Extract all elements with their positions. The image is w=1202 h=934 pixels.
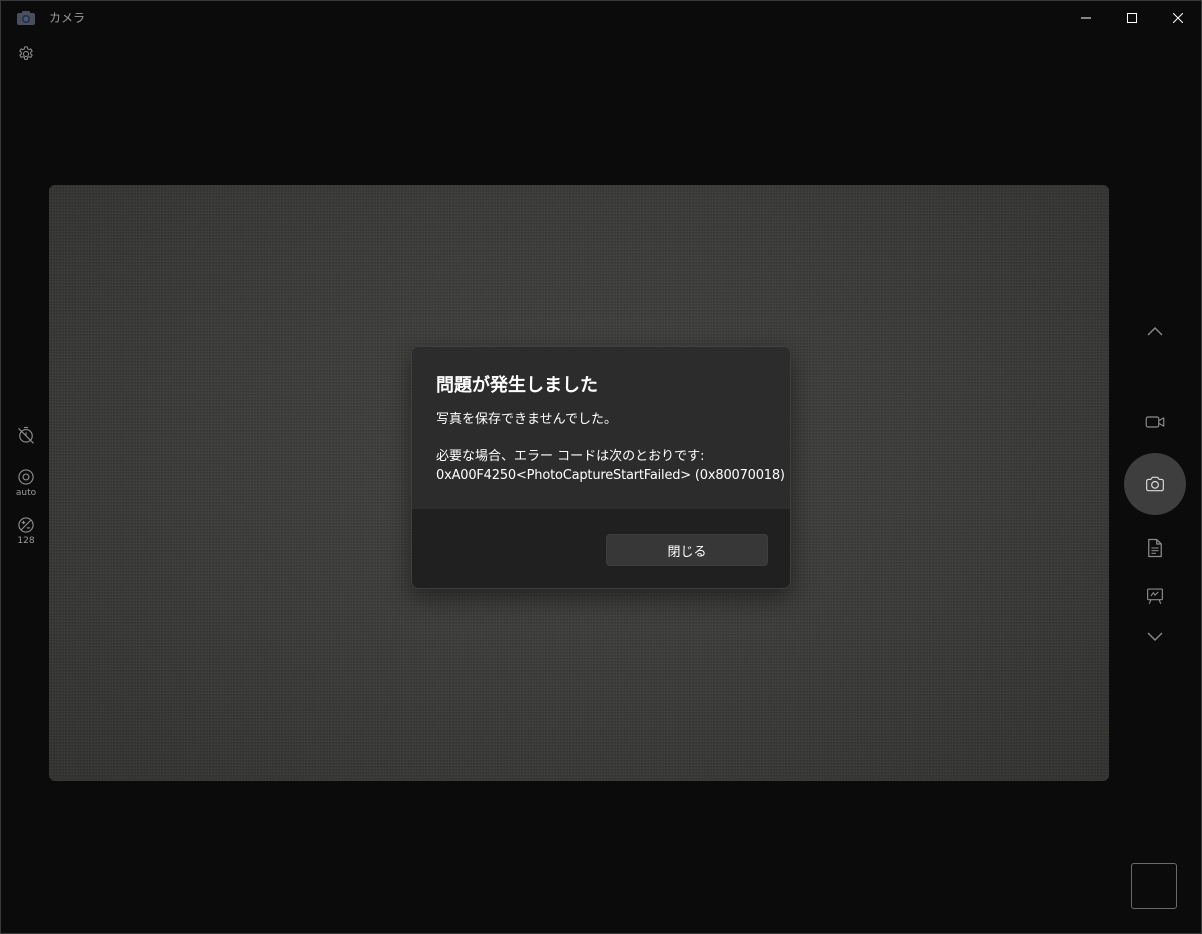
mode-scroll-up-button[interactable] <box>1139 317 1171 345</box>
camera-window: カメラ auto 128 問題が発生しました 写真を保存できませんでした。 必要… <box>0 0 1202 934</box>
last-capture-thumbnail[interactable] <box>1131 863 1177 909</box>
chevron-up-icon <box>1147 327 1163 336</box>
minimize-button[interactable] <box>1063 1 1109 35</box>
brightness-label: 128 <box>17 536 35 546</box>
focus-icon <box>18 469 34 485</box>
whiteboard-icon <box>1147 588 1163 604</box>
brightness-button[interactable]: 128 <box>9 515 43 546</box>
error-dialog: 問題が発生しました 写真を保存できませんでした。 必要な場合、エラー コードは次… <box>411 346 791 589</box>
maximize-icon <box>1127 13 1137 23</box>
dialog-body: 問題が発生しました 写真を保存できませんでした。 必要な場合、エラー コードは次… <box>412 347 790 509</box>
close-window-button[interactable] <box>1155 1 1201 35</box>
dialog-message: 写真を保存できませんでした。 <box>436 412 617 427</box>
video-mode-button[interactable] <box>1139 407 1171 437</box>
photo-timer-button[interactable] <box>9 425 43 445</box>
minimize-icon <box>1081 17 1091 19</box>
video-icon <box>1145 416 1165 428</box>
dialog-error-code: 0xA00F4250<PhotoCaptureStartFailed> (0x8… <box>436 468 785 483</box>
mode-scroll-down-button[interactable] <box>1139 623 1171 651</box>
document-icon <box>1148 538 1162 558</box>
camera-icon <box>1146 476 1164 492</box>
dialog-title: 問題が発生しました <box>436 375 598 396</box>
settings-button[interactable] <box>13 41 39 67</box>
gear-icon <box>19 46 33 60</box>
title-bar: カメラ <box>1 1 1201 35</box>
timer-off-icon <box>18 426 34 444</box>
focus-label: auto <box>15 488 37 498</box>
chevron-down-icon <box>1147 632 1163 641</box>
dialog-footer: 閉じる <box>412 509 790 588</box>
close-icon <box>1173 13 1183 23</box>
focus-button[interactable]: auto <box>9 467 43 498</box>
photo-mode-button[interactable] <box>1124 453 1186 515</box>
camera-app-icon <box>16 10 36 26</box>
dialog-error-code-intro: 必要な場合、エラー コードは次のとおりです: <box>436 449 705 464</box>
document-mode-button[interactable] <box>1139 533 1171 563</box>
close-dialog-button[interactable]: 閉じる <box>606 534 768 566</box>
brightness-icon <box>18 517 34 533</box>
window-title: カメラ <box>49 11 86 25</box>
whiteboard-mode-button[interactable] <box>1139 581 1171 611</box>
maximize-button[interactable] <box>1109 1 1155 35</box>
